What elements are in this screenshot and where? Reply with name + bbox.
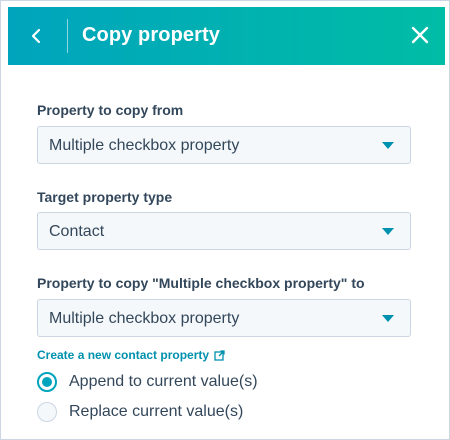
panel-body: Property to copy from Multiple checkbox …	[8, 65, 445, 435]
create-link-label: Create a new contact property	[37, 348, 210, 362]
target-type-value: Contact	[49, 223, 105, 240]
create-contact-property-link[interactable]: Create a new contact property	[37, 347, 225, 363]
replace-radio[interactable]	[37, 402, 57, 422]
caret-down-icon	[382, 228, 394, 235]
append-radio[interactable]	[37, 372, 57, 392]
append-option[interactable]: Append to current value(s)	[37, 371, 258, 393]
header-divider	[67, 19, 68, 53]
destination-property-label: Property to copy "Multiple checkbox prop…	[37, 275, 365, 291]
panel-header: Copy property	[8, 7, 445, 65]
replace-option[interactable]: Replace current value(s)	[37, 401, 243, 423]
destination-property-select[interactable]: Multiple checkbox property	[37, 299, 411, 337]
panel-title: Copy property	[82, 24, 220, 46]
target-type-select[interactable]: Contact	[37, 212, 411, 250]
source-property-label: Property to copy from	[37, 102, 184, 118]
destination-property-value: Multiple checkbox property	[49, 310, 240, 327]
source-property-value: Multiple checkbox property	[49, 137, 240, 154]
back-button[interactable]	[20, 20, 52, 52]
target-type-label: Target property type	[37, 189, 173, 205]
external-link-icon	[214, 349, 225, 361]
source-property-select[interactable]: Multiple checkbox property	[37, 126, 411, 164]
append-option-label: Append to current value(s)	[69, 373, 258, 390]
caret-down-icon	[382, 315, 394, 322]
chevron-left-icon	[30, 28, 42, 44]
close-icon	[411, 26, 429, 44]
replace-option-label: Replace current value(s)	[69, 403, 244, 420]
close-button[interactable]	[404, 19, 436, 51]
caret-down-icon	[382, 142, 394, 149]
copy-property-panel: Copy property Property to copy from Mult…	[0, 0, 450, 440]
